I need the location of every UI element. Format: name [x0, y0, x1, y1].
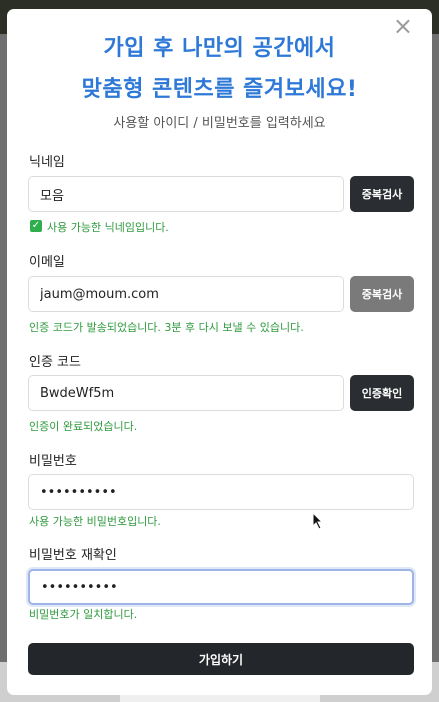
modal-title-line1: 가입 후 나만의 공간에서	[103, 36, 336, 61]
check-icon: ✓	[30, 220, 42, 232]
modal-subtitle: 사용할 아이디 / 비밀번호를 입력하세요	[113, 116, 326, 131]
nickname-status-message: 사용 가능한 닉네임입니다.	[47, 221, 169, 234]
signup-modal: × 가입 후 나만의 공간에서 맞춤형 콘텐츠를 즐겨보세요! 사용할 아이디 …	[7, 9, 432, 695]
email-duplicate-check-button[interactable]: 중복검사	[350, 276, 414, 312]
password-confirm-status-message: 비밀번호가 일치합니다.	[29, 608, 138, 621]
password-confirm-input[interactable]	[28, 569, 414, 605]
nickname-label: 닉네임	[29, 155, 65, 170]
nickname-duplicate-check-button[interactable]: 중복검사	[350, 176, 414, 212]
email-status-message: 인증 코드가 발송되었습니다. 3분 후 다시 보낼 수 있습니다.	[29, 321, 304, 334]
password-confirm-label: 비밀번호 재확인	[29, 548, 117, 563]
email-input[interactable]	[28, 276, 344, 312]
modal-title-line2: 맞춤형 콘텐츠를 즐겨보세요!	[81, 77, 358, 102]
verification-code-input[interactable]	[28, 375, 344, 411]
verify-code-button[interactable]: 인증확인	[350, 375, 414, 411]
password-input[interactable]	[28, 474, 414, 510]
code-label: 인증 코드	[29, 355, 81, 370]
code-status-message: 인증이 완료되었습니다.	[29, 420, 138, 433]
password-label: 비밀번호	[29, 454, 77, 469]
nickname-input[interactable]	[28, 176, 344, 212]
mouse-cursor-icon	[312, 512, 324, 530]
signup-submit-button[interactable]: 가입하기	[28, 643, 414, 675]
password-status-message: 사용 가능한 비밀번호입니다.	[29, 515, 161, 528]
email-label: 이메일	[29, 255, 65, 270]
